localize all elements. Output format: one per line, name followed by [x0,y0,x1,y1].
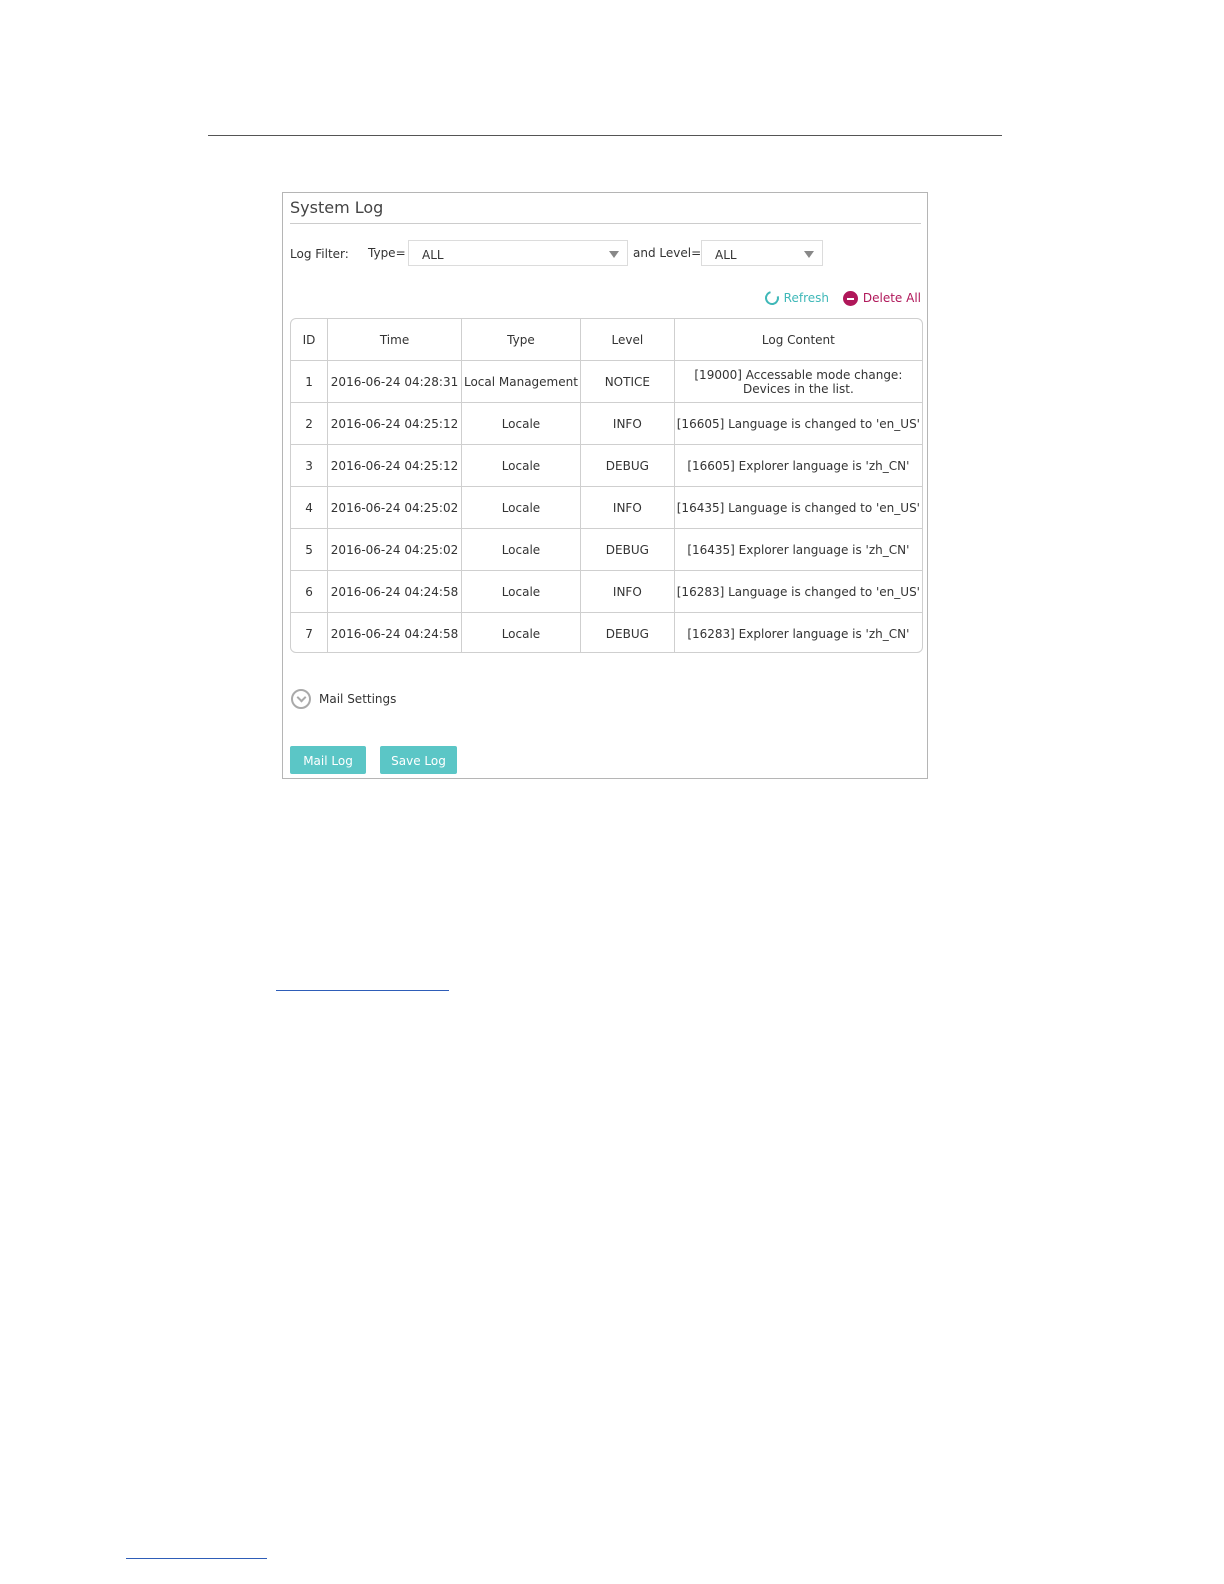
cell-level: DEBUG [579,612,675,652]
cell-time: 2016-06-24 04:24:58 [327,570,462,613]
table-row: 6 2016-06-24 04:24:58 Locale INFO [16283… [291,570,922,613]
top-divider [208,135,1002,136]
cell-id: 2 [291,402,329,445]
cell-log-content: [16435] Language is changed to 'en_US' [673,486,922,529]
header-id: ID [291,319,329,361]
cell-type: Locale [460,444,581,487]
cell-type: Locale [460,528,581,571]
cell-level: INFO [579,486,675,529]
cell-level: INFO [579,570,675,613]
cell-log-content: [16605] Explorer language is 'zh_CN' [673,444,922,487]
type-select[interactable]: ALL [408,240,628,266]
cell-id: 1 [291,360,329,403]
refresh-label: Refresh [783,291,829,305]
cell-type: Locale [460,402,581,445]
refresh-icon [762,288,782,308]
cell-type: Local Management [460,360,581,403]
cell-log-content: [16283] Explorer language is 'zh_CN' [673,612,922,652]
system-log-panel: System Log Log Filter: Type= ALL and Lev… [282,192,928,779]
log-filter-row: Log Filter: Type= ALL and Level= ALL [290,240,910,268]
cell-type: Locale [460,486,581,529]
cell-id: 4 [291,486,329,529]
cell-log-content: [16283] Language is changed to 'en_US' [673,570,922,613]
table-header-row: ID Time Type Level Log Content [291,319,922,361]
cell-id: 6 [291,570,329,613]
level-select[interactable]: ALL [701,240,823,266]
log-table-container: ID Time Type Level Log Content 1 2016-06… [290,318,923,653]
log-filter-label: Log Filter: [290,247,349,261]
level-label: and Level= [633,246,702,260]
refresh-button[interactable]: Refresh [762,288,829,308]
type-label: Type= [368,246,406,260]
cell-log-content: [19000] Accessable mode change: Devices … [673,360,922,403]
cell-type: Locale [460,612,581,652]
chevron-down-circle-icon [291,689,311,709]
cell-time: 2016-06-24 04:24:58 [327,612,462,652]
table-row: 2 2016-06-24 04:25:12 Locale INFO [16605… [291,402,922,445]
cell-time: 2016-06-24 04:25:12 [327,402,462,445]
cell-time: 2016-06-24 04:25:12 [327,444,462,487]
mail-settings-label: Mail Settings [319,692,397,706]
cell-time: 2016-06-24 04:25:02 [327,486,462,529]
header-log-content: Log Content [673,319,922,361]
cell-id: 7 [291,612,329,652]
cell-level: INFO [579,402,675,445]
cell-log-content: [16605] Language is changed to 'en_US' [673,402,922,445]
table-row: 1 2016-06-24 04:28:31 Local Management N… [291,360,922,403]
header-time: Time [327,319,462,361]
table-row: 3 2016-06-24 04:25:12 Locale DEBUG [1660… [291,444,922,487]
delete-all-button[interactable]: Delete All [842,291,921,306]
delete-all-label: Delete All [862,291,921,305]
level-select-value: ALL [715,248,737,262]
cell-id: 3 [291,444,329,487]
cell-time: 2016-06-24 04:25:02 [327,528,462,571]
cell-log-content: [16435] Explorer language is 'zh_CN' [673,528,922,571]
cell-level: DEBUG [579,528,675,571]
table-row: 4 2016-06-24 04:25:02 Locale INFO [16435… [291,486,922,529]
type-select-value: ALL [422,248,444,262]
panel-title: System Log [290,198,384,217]
table-row: 5 2016-06-24 04:25:02 Locale DEBUG [1643… [291,528,922,571]
cell-level: DEBUG [579,444,675,487]
cell-level: NOTICE [579,360,675,403]
save-log-button[interactable]: Save Log [380,746,457,774]
link-underline [276,990,449,991]
link-underline [126,1558,267,1559]
header-level: Level [579,319,675,361]
caret-down-icon [804,251,814,258]
title-divider [290,223,921,224]
cell-type: Locale [460,570,581,613]
log-table: ID Time Type Level Log Content 1 2016-06… [291,319,922,652]
header-type: Type [460,319,581,361]
cell-time: 2016-06-24 04:28:31 [327,360,462,403]
caret-down-icon [609,251,619,258]
mail-log-button[interactable]: Mail Log [290,746,366,774]
table-row: 7 2016-06-24 04:24:58 Locale DEBUG [1628… [291,612,922,652]
minus-circle-icon [842,291,858,306]
mail-settings-toggle[interactable]: Mail Settings [291,689,396,709]
cell-id: 5 [291,528,329,571]
